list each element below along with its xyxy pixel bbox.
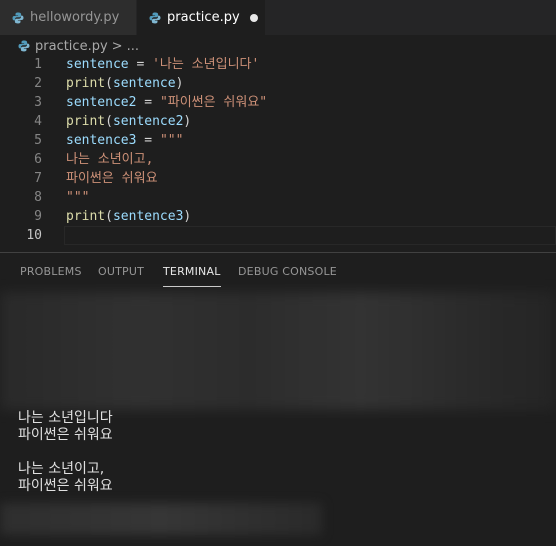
code-token: print — [66, 114, 106, 129]
line-number: 3 — [34, 95, 42, 110]
code-token: = — [136, 95, 160, 110]
tab-practice[interactable]: practice.py — [137, 0, 265, 35]
code-line[interactable]: 7 파이썬은 쉬워요 — [0, 169, 556, 188]
line-number: 5 — [34, 133, 42, 148]
tab-label: hellowordy.py — [30, 10, 120, 25]
code-text: sentence2 = "파이썬은 쉬워요" — [66, 93, 267, 112]
line-number: 1 — [34, 57, 42, 72]
tab-debug-console[interactable]: DEBUG CONSOLE — [238, 253, 337, 288]
breadcrumb-symbols[interactable]: ... — [127, 39, 139, 54]
code-line[interactable]: 9 print(sentence3) — [0, 207, 556, 226]
tab-hellowordy[interactable]: hellowordy.py — [0, 0, 136, 35]
line-number: 9 — [34, 209, 42, 224]
code-text: print(sentence2) — [66, 112, 191, 131]
tab-terminal[interactable]: TERMINAL — [163, 253, 221, 288]
code-token: sentence — [66, 57, 129, 72]
tab-output[interactable]: OUTPUT — [98, 253, 144, 288]
code-token: ) — [175, 76, 184, 91]
line-number: 7 — [34, 171, 42, 186]
unsaved-dot-icon[interactable] — [249, 13, 258, 22]
code-text: sentence = '나는 소년입니다' — [66, 55, 259, 74]
redacted-terminal-region — [0, 292, 556, 410]
code-token: "파이썬은 쉬워요" — [159, 95, 268, 110]
chevron-right-icon: > — [111, 38, 123, 54]
code-token: = — [136, 133, 160, 148]
line-number: 8 — [34, 190, 42, 205]
code-line[interactable]: 6 나는 소년이고, — [0, 150, 556, 169]
code-token: sentence2 — [66, 95, 137, 110]
code-line[interactable]: 4 print(sentence2) — [0, 112, 556, 131]
code-line[interactable]: 1 sentence = '나는 소년입니다' — [0, 55, 556, 74]
code-token: ) — [183, 209, 192, 224]
code-token: ( — [105, 114, 113, 129]
code-text: 파이썬은 쉬워요 — [66, 169, 158, 188]
editor-tab-bar: hellowordy.py practice.py — [0, 0, 556, 35]
code-token: """ — [66, 190, 90, 205]
code-token: = — [128, 57, 153, 72]
code-token: print — [66, 209, 106, 224]
code-token: ) — [183, 114, 192, 129]
code-text: print(sentence3) — [66, 207, 191, 226]
line-number: 6 — [34, 152, 42, 167]
terminal-output-line: 나는 소년입니다 — [18, 410, 113, 426]
code-line[interactable]: 3 sentence2 = "파이썬은 쉬워요" — [0, 93, 556, 112]
code-token: 나는 소년이고, — [66, 152, 154, 167]
line-number: 10 — [26, 228, 42, 243]
terminal-output-line: 나는 소년이고, — [18, 461, 105, 477]
code-token: 파이썬은 쉬워요 — [66, 171, 158, 186]
panel-tab-bar: PROBLEMS OUTPUT TERMINAL DEBUG CONSOLE — [0, 253, 556, 288]
code-line[interactable]: 8 """ — [0, 188, 556, 207]
code-line[interactable]: 10 — [0, 226, 556, 245]
terminal-output-line: 파이썬은 쉬워요 — [18, 478, 113, 494]
code-line[interactable]: 2 print(sentence) — [0, 74, 556, 93]
code-text: 나는 소년이고, — [66, 150, 153, 169]
code-token: sentence2 — [112, 114, 184, 129]
code-token: sentence — [112, 76, 176, 91]
code-token: ( — [105, 76, 113, 91]
code-token: print — [66, 76, 106, 91]
code-token: '나는 소년입니다' — [152, 57, 260, 72]
code-token: ( — [105, 209, 113, 224]
current-line-highlight — [64, 226, 556, 245]
python-file-icon — [12, 12, 24, 23]
code-text: print(sentence) — [66, 74, 183, 93]
code-token: sentence3 — [66, 133, 137, 148]
terminal-output-line: 파이썬은 쉬워요 — [18, 427, 113, 443]
redacted-terminal-prompt — [0, 503, 322, 535]
breadcrumb: practice.py > ... — [0, 35, 556, 57]
code-token: """ — [159, 133, 184, 148]
python-file-icon — [149, 12, 161, 23]
python-file-icon — [18, 40, 30, 52]
breadcrumb-file[interactable]: practice.py — [35, 39, 108, 54]
line-number: 4 — [34, 114, 42, 129]
code-text: sentence3 = """ — [66, 131, 183, 150]
tab-label: practice.py — [167, 10, 240, 25]
code-text: """ — [66, 188, 89, 207]
code-editor[interactable]: 1 sentence = '나는 소년입니다' 2 print(sentence) 3 s… — [0, 55, 556, 245]
code-token: sentence3 — [112, 209, 184, 224]
code-line[interactable]: 5 sentence3 = """ — [0, 131, 556, 150]
tab-problems[interactable]: PROBLEMS — [20, 253, 82, 288]
line-number: 2 — [34, 76, 42, 91]
